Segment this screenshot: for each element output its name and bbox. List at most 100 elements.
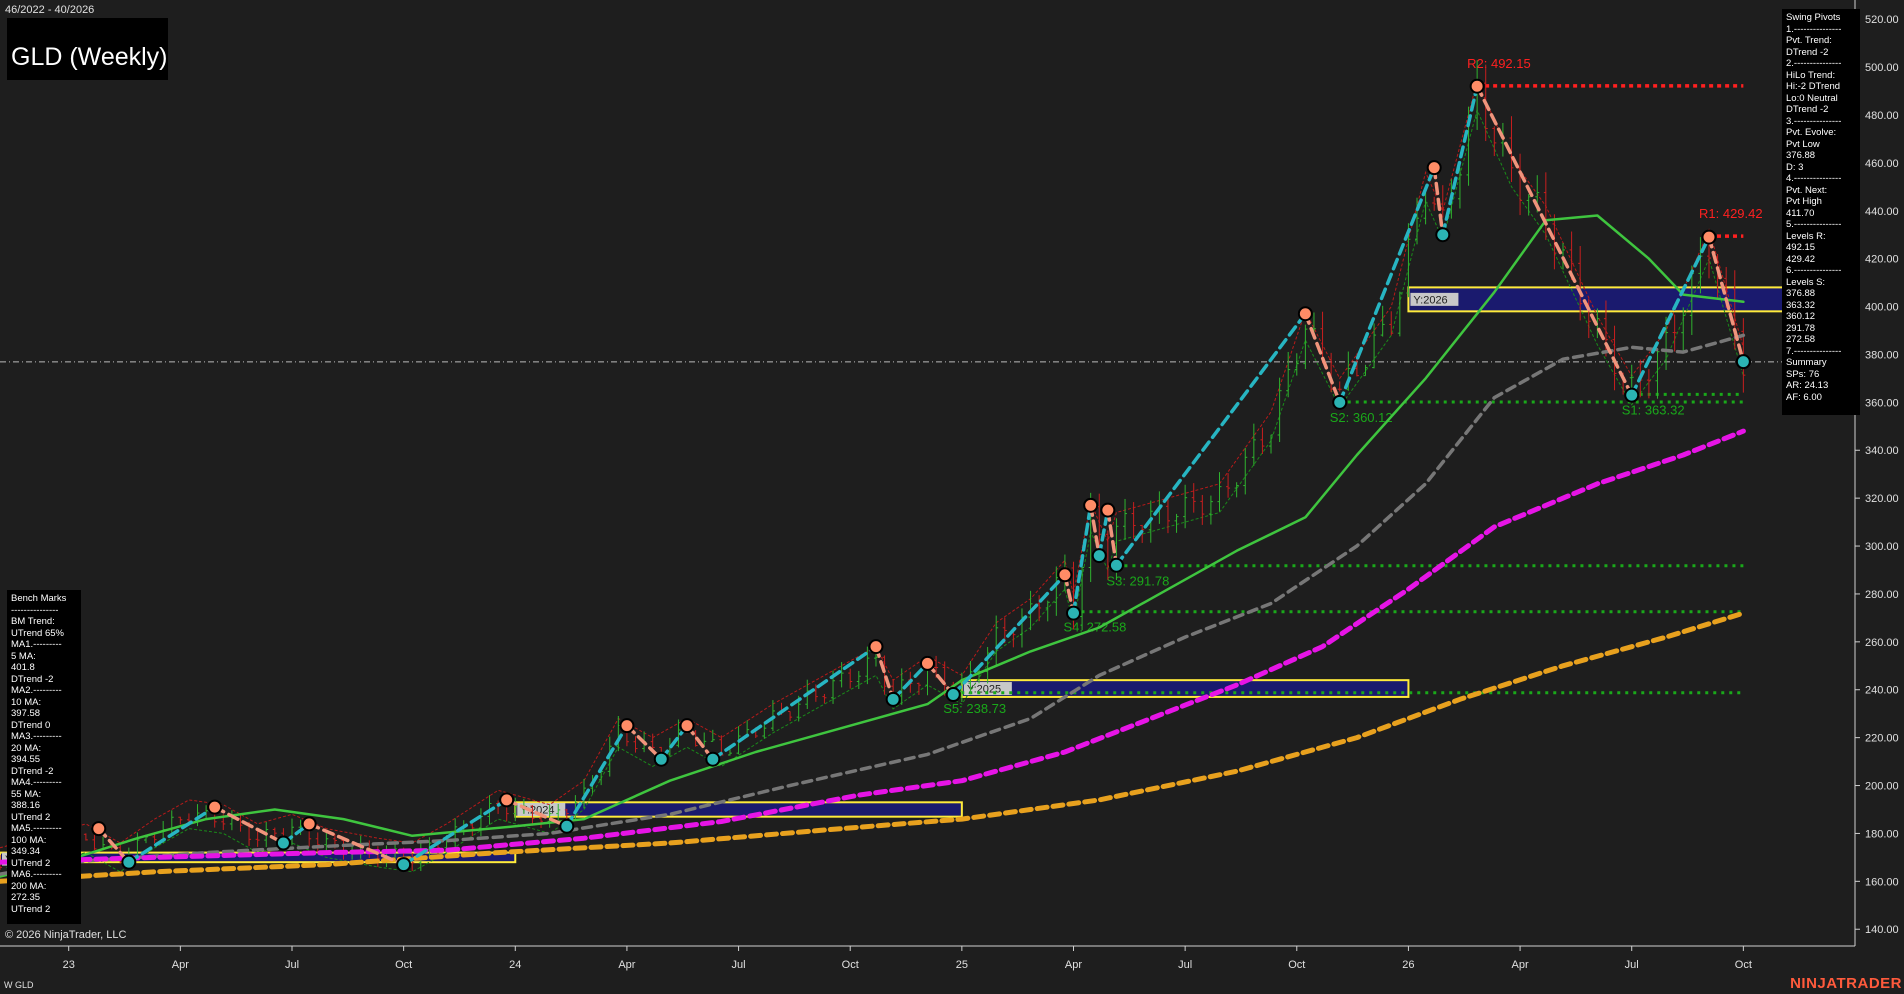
y-tick-label: 320.00: [1865, 493, 1899, 505]
swing-low-marker: [1108, 557, 1124, 573]
bench-marks-line: MA1.---------: [11, 639, 62, 650]
y-tick-label: 240.00: [1865, 685, 1899, 697]
swing-low-marker: [653, 751, 669, 767]
swing-high-marker: [1100, 502, 1116, 518]
bench-marks-line: Bench Marks: [11, 593, 67, 604]
bench-marks-line: DTrend 0: [11, 719, 51, 731]
bench-marks-line: DTrend -2: [11, 765, 54, 777]
y-tick-label: 160.00: [1865, 876, 1899, 888]
swing-high-marker: [207, 799, 223, 815]
bench-marks-line: MA5.---------: [11, 823, 62, 834]
level-label: S2: 360.12: [1330, 410, 1393, 425]
bench-marks-line: UTrend 2: [11, 857, 51, 869]
swing-high-marker: [1297, 306, 1313, 322]
swing-pivots-line: Pvt. Trend:: [1786, 35, 1832, 46]
swing-pivots-line: HiLo Trend:: [1786, 69, 1836, 81]
swing-pivots-line: Summary: [1786, 357, 1827, 368]
swing-low-marker: [945, 687, 961, 703]
swing-low-marker: [1091, 548, 1107, 564]
x-tick-label: Oct: [842, 959, 859, 971]
x-tick-label: Jul: [1178, 959, 1192, 971]
swing-high-marker: [1469, 78, 1485, 94]
yearly-range-box: Y:2024: [514, 801, 963, 818]
y-tick-label: 260.00: [1865, 637, 1899, 649]
swing-pivots-line: DTrend -2: [1786, 104, 1829, 115]
swing-pivots-line: DTrend -2: [1786, 46, 1829, 58]
yearly-box-rect: [1407, 286, 1822, 313]
swing-pivots-line: Levels S:: [1786, 276, 1826, 288]
y-tick-label: 360.00: [1865, 397, 1899, 409]
swing-pivots-line: Pvt. Next:: [1786, 184, 1828, 196]
x-tick-label: Oct: [1735, 959, 1752, 971]
bench-marks-panel: Bench Marks --------------- BM Trend: UTren…: [7, 590, 81, 924]
yearly-range-box: Y:2025: [960, 679, 1410, 698]
x-tick-label: Apr: [618, 959, 635, 971]
swing-pivots-line: 3.---------------: [1786, 115, 1842, 127]
x-tick-label: 24: [509, 959, 521, 971]
swing-low-marker: [396, 857, 412, 873]
swing-low-marker: [1624, 387, 1640, 403]
swing-low-marker: [1332, 394, 1348, 410]
bench-marks-line: MA2.---------: [11, 685, 62, 696]
swing-high-marker: [1426, 160, 1442, 176]
y-tick-label: 460.00: [1865, 158, 1899, 170]
x-tick-label: Jul: [1625, 959, 1639, 971]
bench-marks-line: 388.16: [11, 800, 41, 811]
swing-high-marker: [1057, 567, 1073, 583]
y-tick-label: 200.00: [1865, 781, 1899, 793]
swing-pivots-line: 1.---------------: [1786, 23, 1842, 35]
y-tick-label: 340.00: [1865, 445, 1899, 457]
swing-pivots-panel: Swing Pivots 1.--------------- Pvt. Trend:…: [1782, 9, 1860, 415]
swing-pivots-line: Hi:-2 DTrend: [1786, 81, 1841, 92]
swing-high-marker: [1083, 497, 1099, 513]
bench-marks-line: 401.8: [11, 662, 35, 673]
swing-low-marker: [1065, 605, 1081, 621]
swing-low-marker: [705, 751, 721, 767]
swing-pivots-line: 291.78: [1786, 322, 1816, 334]
swing-low-marker: [559, 818, 575, 834]
level-label: S3: 291.78: [1106, 574, 1169, 589]
y-tick-label: 400.00: [1865, 302, 1899, 314]
copyright-label: © 2026 NinjaTrader, LLC: [5, 929, 127, 941]
swing-pivots-line: 5.---------------: [1786, 219, 1842, 230]
bench-marks-line: ---------------: [11, 604, 59, 616]
x-tick-label: Jul: [732, 959, 746, 971]
swing-pivots-line: SPs: 76: [1786, 368, 1820, 380]
swing-pivots-line: 7.---------------: [1786, 345, 1842, 357]
price-chart[interactable]: 140.00 160.00 180.00 200.00 220.00 240.00 260.…: [0, 0, 1904, 994]
swing-pivots-line: 411.70: [1786, 207, 1815, 219]
swing-pivots-line: 4.---------------: [1786, 173, 1842, 184]
y-tick-label: 140.00: [1865, 924, 1899, 936]
swing-high-marker: [619, 718, 635, 734]
yearly-box-rect: [514, 801, 963, 818]
bench-marks-line: MA3.---------: [11, 731, 62, 742]
swing-pivots-line: 6.---------------: [1786, 265, 1842, 276]
swing-pivots-line: 376.88: [1786, 288, 1816, 299]
bench-marks-line: UTrend 2: [11, 811, 51, 823]
y-tick-label: 220.00: [1865, 733, 1899, 745]
swing-pivots-line: 363.32: [1786, 299, 1816, 311]
swing-pivots-line: Pvt Low: [1786, 138, 1820, 150]
y-tick-label: 380.00: [1865, 349, 1899, 361]
swing-pivots-line: AR: 24.13: [1786, 380, 1829, 391]
swing-low-marker: [1435, 227, 1451, 243]
bench-marks-line: MA4.---------: [11, 777, 62, 788]
swing-pivots-line: 272.58: [1786, 334, 1816, 345]
x-tick-label: Apr: [1512, 959, 1529, 971]
level-label: S5: 238.73: [943, 701, 1006, 716]
date-range-label: 46/2022 - 40/2026: [5, 4, 95, 16]
yearly-range-box: Y:2026: [1407, 286, 1822, 313]
y-tick-label: 440.00: [1865, 206, 1899, 218]
ninjatrader-logo: NINJATRADER: [1790, 975, 1902, 992]
x-tick-label: Apr: [1065, 959, 1082, 971]
y-tick-label: 300.00: [1865, 541, 1899, 553]
bench-marks-line: UTrend 2: [11, 903, 51, 915]
instrument-label: W GLD: [4, 980, 34, 990]
y-tick-label: 500.00: [1865, 62, 1899, 74]
bench-marks-line: 394.55: [11, 754, 41, 765]
swing-low-marker: [121, 854, 137, 870]
bench-marks-line: 55 MA:: [11, 788, 42, 800]
swing-pivots-line: 429.42: [1786, 253, 1816, 265]
x-tick-label: 26: [1402, 959, 1414, 971]
bench-marks-line: 100 MA:: [11, 834, 47, 846]
